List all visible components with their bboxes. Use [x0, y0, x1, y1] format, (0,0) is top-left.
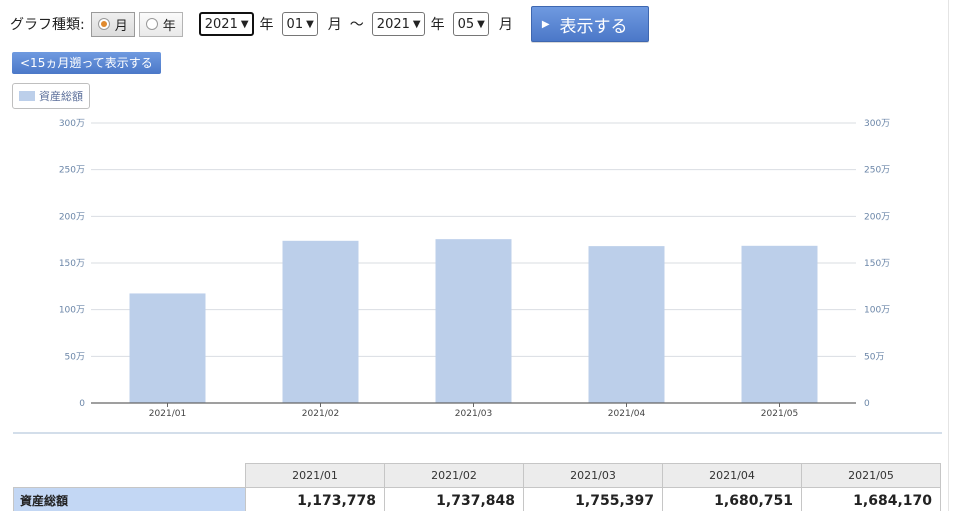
table-header-row: 2021/01 2021/02 2021/03 2021/04 2021/05 — [14, 463, 941, 488]
y-tick-label-left: 200万 — [59, 212, 85, 222]
chevron-down-icon: ▼ — [240, 18, 249, 30]
y-tick-label-left: 0 — [79, 399, 85, 409]
radio-off-icon — [145, 18, 158, 30]
bar — [129, 293, 206, 403]
radio-month[interactable]: 月 — [90, 11, 135, 37]
y-tick-label-left: 250万 — [59, 166, 85, 176]
to-month-value: 05 — [457, 16, 475, 32]
from-month-select[interactable]: 01 ▼ — [281, 12, 318, 36]
from-year-unit: 年 — [259, 17, 274, 33]
range-tilde: 〜 — [349, 17, 364, 33]
chevron-down-icon: ▼ — [412, 18, 421, 30]
asset-table: 2021/01 2021/02 2021/03 2021/04 2021/05 … — [13, 463, 941, 511]
chevron-down-icon: ▼ — [477, 18, 485, 30]
radio-on-icon — [97, 18, 110, 30]
y-tick-label-left: 100万 — [59, 306, 85, 316]
to-month-unit: 月 — [498, 17, 513, 33]
y-tick-label-left: 150万 — [59, 259, 85, 269]
table-cell: 1,755,397 — [523, 487, 663, 511]
graph-type-label: グラフ種類: — [10, 17, 85, 33]
x-tick-label: 2021/03 — [455, 409, 492, 419]
y-tick-label-right: 150万 — [864, 259, 890, 269]
show-button[interactable]: ▶ 表示する — [530, 6, 649, 42]
chart-legend[interactable]: 資産総額 — [12, 83, 90, 109]
bar — [282, 240, 359, 403]
table-header-cell: 2021/02 — [384, 463, 524, 488]
radio-year-label: 年 — [162, 18, 176, 34]
legend-label: 資産総額 — [39, 90, 83, 103]
x-tick-label: 2021/01 — [149, 409, 186, 419]
y-tick-label-right: 250万 — [864, 166, 890, 176]
chevron-down-icon: ▼ — [306, 18, 314, 30]
table-row-label: 資産総額 — [13, 487, 246, 511]
radio-month-label: 月 — [114, 18, 128, 34]
to-year-unit: 年 — [430, 17, 445, 33]
bar — [435, 239, 512, 403]
table-header-cell: 2021/04 — [662, 463, 802, 488]
from-month-value: 01 — [286, 16, 304, 32]
asset-bar-chart: 0 0 50万 50万 100万 100万 150万 150万 200万 200万 250万 250万… — [59, 119, 890, 419]
from-year-value: 2021 — [204, 16, 238, 32]
y-tick-label-left: 50万 — [65, 352, 85, 362]
table-cell: 1,680,751 — [662, 487, 802, 511]
table-row: 資産総額 1,173,778 1,737,848 1,755,397 1,680… — [13, 487, 941, 511]
y-tick-label-right: 100万 — [864, 306, 890, 316]
graph-controls: グラフ種類: 月 年 2021 ▼ 年 01 ▼ 月 〜 2021 ▼ 年 05… — [10, 6, 649, 42]
x-tick-label: 2021/05 — [761, 409, 798, 419]
bar — [741, 245, 818, 403]
y-tick-label-left: 300万 — [59, 119, 85, 129]
chart-table-divider — [13, 432, 942, 434]
bar — [588, 246, 665, 403]
x-tick-label: 2021/02 — [302, 409, 339, 419]
y-tick-label-right: 300万 — [864, 119, 890, 129]
show-button-label: 表示する — [559, 16, 628, 37]
radio-year[interactable]: 年 — [138, 11, 183, 37]
table-header-cell: 2021/03 — [523, 463, 663, 488]
table-cell: 1,173,778 — [245, 487, 385, 511]
to-year-value: 2021 — [376, 16, 410, 32]
play-icon: ▶ — [541, 18, 550, 30]
table-header-cell: 2021/05 — [801, 463, 941, 488]
y-tick-label-right: 200万 — [864, 212, 890, 222]
back-15-months-button[interactable]: <15ヵ月遡って表示する — [12, 52, 161, 74]
from-year-select[interactable]: 2021 ▼ — [198, 12, 254, 36]
y-tick-label-right: 50万 — [864, 352, 884, 362]
table-header-cell: 2021/01 — [245, 463, 385, 488]
legend-swatch — [19, 91, 35, 101]
from-month-unit: 月 — [327, 17, 342, 33]
to-year-select[interactable]: 2021 ▼ — [371, 12, 425, 36]
page-right-border — [948, 0, 949, 511]
y-tick-label-right: 0 — [864, 399, 870, 409]
table-cell: 1,684,170 — [801, 487, 941, 511]
table-corner — [14, 464, 246, 488]
to-month-select[interactable]: 05 ▼ — [452, 12, 489, 36]
x-tick-label: 2021/04 — [608, 409, 646, 419]
table-cell: 1,737,848 — [384, 487, 524, 511]
